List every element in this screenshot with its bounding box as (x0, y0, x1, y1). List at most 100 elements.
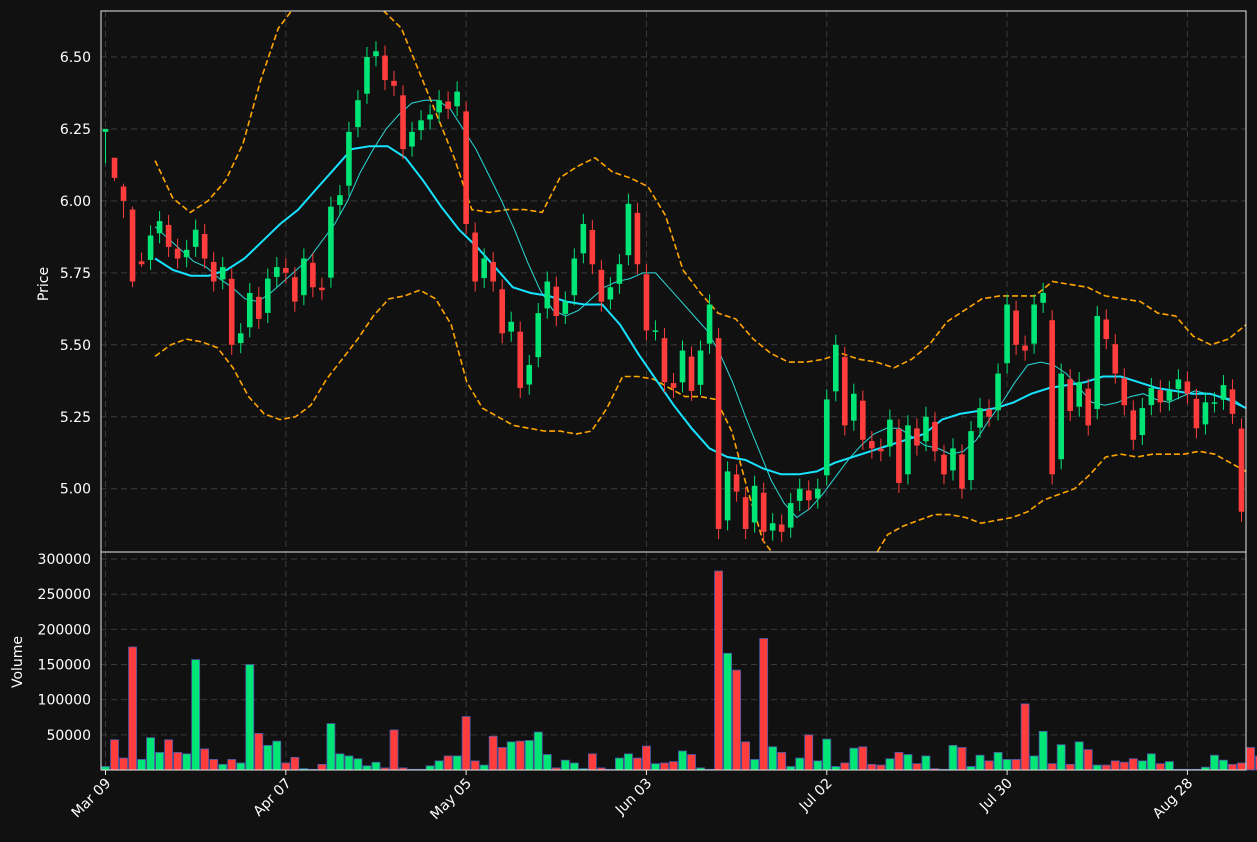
candle-body (751, 485, 758, 523)
candle-body (165, 224, 172, 247)
volume-bar (146, 737, 155, 771)
candle-body (571, 258, 578, 296)
price-tick-label: 6.50 (60, 50, 91, 66)
candle-body (1085, 388, 1092, 426)
volume-bar (840, 762, 850, 771)
volume-bar (164, 739, 174, 771)
candle-body (959, 454, 965, 489)
candle-body (283, 267, 289, 273)
volume-bar (687, 754, 696, 771)
candle-body (1202, 402, 1209, 425)
volume-bar (1210, 754, 1219, 771)
volume-bar (263, 744, 273, 771)
volume-bar (642, 745, 651, 771)
x-tick-label: Jul 02 (796, 776, 836, 816)
volume-bar (1074, 741, 1084, 771)
candle-body (382, 55, 388, 81)
volume-bar (1083, 749, 1093, 771)
candle-body (760, 492, 767, 532)
volume-bar (1092, 764, 1102, 771)
candle-body (427, 114, 433, 120)
candle-body (634, 212, 641, 265)
candle-body (1058, 373, 1064, 460)
candle-body (553, 286, 560, 317)
candle-body (670, 383, 677, 388)
candle-body (301, 258, 307, 296)
candle-body (129, 209, 136, 282)
volume-tick-label: 150000 (38, 658, 91, 674)
volume-bar (1056, 744, 1066, 771)
candle-body (255, 296, 262, 319)
volume-bar (245, 664, 255, 771)
volume-bar (344, 755, 354, 771)
candle-body (968, 431, 974, 481)
volume-bar (813, 760, 823, 771)
volume-bar (885, 758, 895, 771)
candle-body (706, 304, 713, 344)
volume-bar (488, 735, 498, 771)
x-tick-label: May 05 (427, 776, 475, 824)
volume-tick-label: 100000 (38, 693, 91, 709)
volume-bar (732, 669, 742, 771)
volume-bars (101, 570, 1257, 771)
volume-bar (831, 766, 841, 771)
candle-body (526, 364, 533, 385)
candle-body (1175, 379, 1182, 390)
volume-bar (479, 764, 489, 771)
volume-bar (272, 740, 282, 771)
candle-body (941, 454, 947, 475)
candle-body (832, 344, 839, 392)
price-tick-label: 6.00 (60, 194, 91, 210)
volume-bar (867, 763, 877, 771)
candle-body (310, 262, 316, 288)
candle-body (733, 474, 740, 492)
candle-body (292, 277, 298, 302)
candle-body (346, 131, 352, 186)
candle-body (436, 100, 442, 113)
candle-body (869, 441, 875, 449)
volume-panel-frame (100, 551, 1247, 771)
candle-body (932, 421, 938, 452)
candle-body (1220, 385, 1227, 400)
candle-body (814, 488, 821, 499)
volume-bar (660, 762, 669, 771)
volume-bar (1146, 753, 1156, 771)
volume-bar (768, 746, 778, 771)
candle-body (210, 261, 217, 282)
candle-body (337, 195, 343, 205)
candle-body (111, 157, 118, 178)
volume-bar (984, 760, 994, 771)
candle-body (860, 400, 866, 440)
candle-body (156, 221, 163, 234)
candle-body (508, 321, 515, 332)
price-tick-label: 5.50 (60, 338, 91, 354)
volume-bar (651, 763, 660, 771)
volume-bar (849, 747, 859, 771)
volume-bar (1020, 703, 1030, 771)
volume-axis-title: Volume (10, 636, 26, 688)
volume-bar (254, 733, 264, 771)
moving-averages (154, 99, 1246, 519)
volume-bar (1228, 763, 1237, 771)
candle-body (1166, 390, 1173, 401)
candle-body (1157, 390, 1164, 403)
volume-bar (633, 757, 642, 771)
candle-body (319, 287, 325, 291)
volume-bar (200, 748, 210, 771)
price-panel-frame (100, 10, 1247, 553)
volume-bar (281, 762, 291, 771)
candle-body (472, 232, 478, 282)
candle-body (616, 264, 623, 284)
candle-body (1148, 387, 1155, 406)
price-candles (102, 41, 1245, 542)
candle-body (1040, 293, 1046, 303)
candle-body (715, 338, 722, 529)
candle-body (986, 409, 992, 417)
volume-tick-label: 50000 (46, 728, 91, 744)
candle-body (201, 234, 208, 259)
candle-body (697, 350, 704, 385)
candle-body (183, 249, 190, 258)
candle-body (1238, 428, 1245, 512)
candle-body (769, 523, 776, 531)
candle-body (445, 101, 451, 109)
